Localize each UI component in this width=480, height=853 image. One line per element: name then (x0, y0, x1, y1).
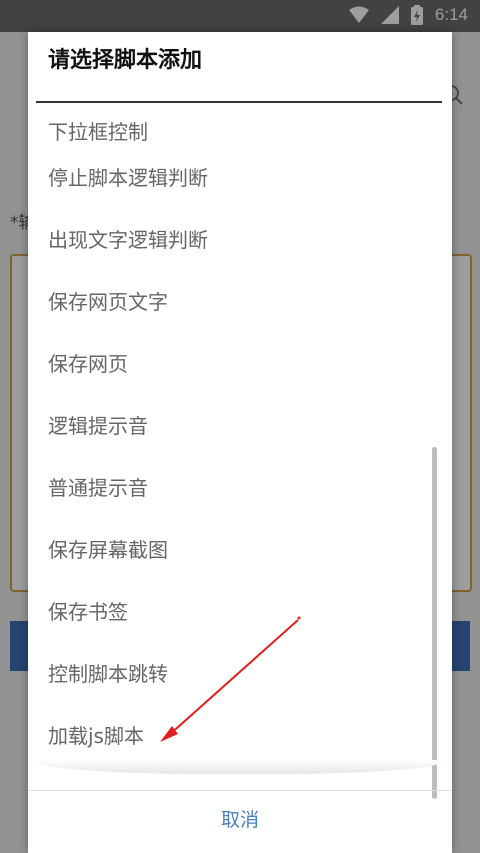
list-item-load-js-script[interactable]: 加载js脚本 (28, 705, 428, 767)
list-item-stop-script-logic[interactable]: 停止脚本逻辑判断 (28, 147, 428, 209)
list-item-logic-alert-sound[interactable]: 逻辑提示音 (28, 395, 428, 457)
list-item-save-screenshot[interactable]: 保存屏幕截图 (28, 519, 428, 581)
cancel-button[interactable]: 取消 (28, 792, 452, 852)
list-scrollbar[interactable] (432, 447, 437, 799)
list-item-dropdown-control[interactable]: 下拉框控制 (28, 117, 428, 149)
list-item-control-script-jump[interactable]: 控制脚本跳转 (28, 643, 428, 705)
screen: *输 6:14 请选择脚本添加 下拉框控制 停止脚本逻辑判断 出现文字逻辑判断 … (0, 0, 480, 853)
list-item-normal-alert-sound[interactable]: 普通提示音 (28, 457, 428, 519)
dialog-title: 请选择脚本添加 (48, 48, 203, 73)
list-item-text-appears-logic[interactable]: 出现文字逻辑判断 (28, 209, 428, 271)
script-option-list[interactable]: 下拉框控制 停止脚本逻辑判断 出现文字逻辑判断 保存网页文字 保存网页 逻辑提示… (28, 103, 452, 802)
script-select-dialog: 请选择脚本添加 下拉框控制 停止脚本逻辑判断 出现文字逻辑判断 保存网页文字 保… (28, 32, 452, 853)
cancel-divider (28, 790, 452, 791)
list-item-save-bookmark[interactable]: 保存书签 (28, 581, 428, 643)
list-item-save-webpage-text[interactable]: 保存网页文字 (28, 271, 428, 333)
list-item-save-webpage[interactable]: 保存网页 (28, 333, 428, 395)
